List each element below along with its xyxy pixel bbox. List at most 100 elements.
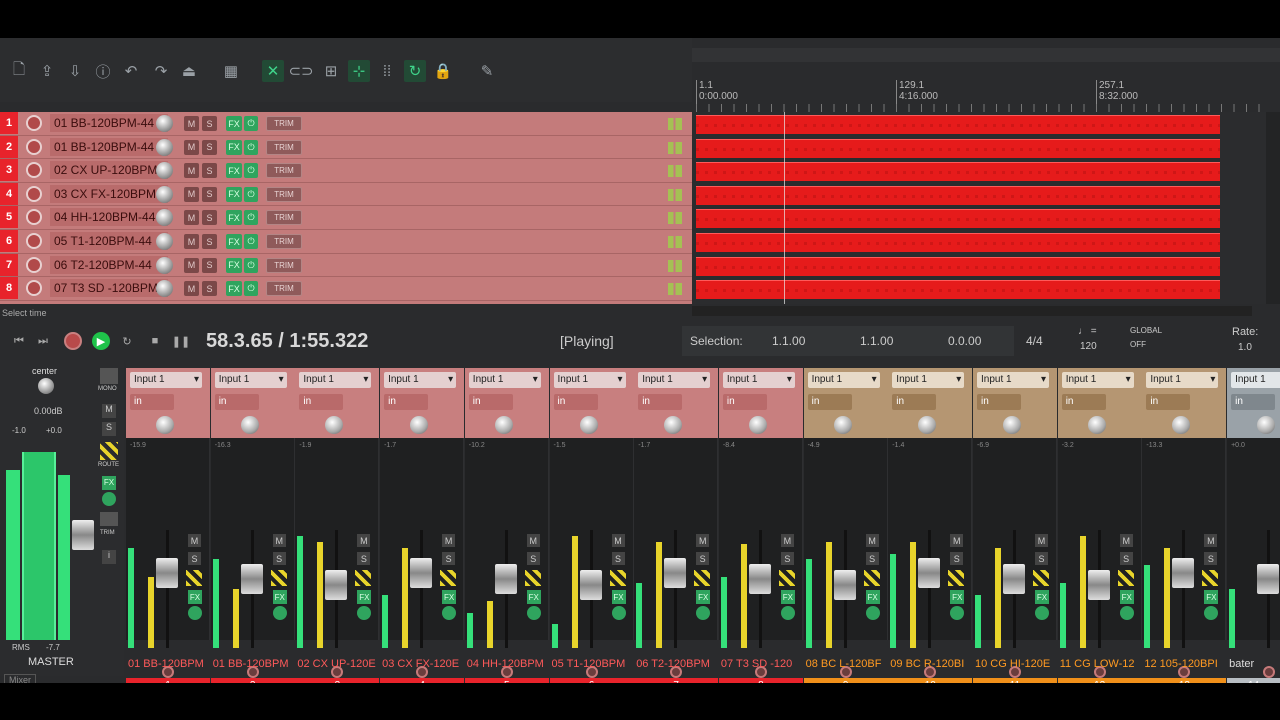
track-number[interactable]: 8 [0, 277, 18, 300]
volume-fader[interactable] [1257, 564, 1280, 594]
media-item[interactable] [696, 115, 1220, 134]
new-project-icon[interactable]: 🗋 [8, 60, 30, 82]
route-icon[interactable] [948, 570, 965, 586]
track-number[interactable]: 2 [0, 135, 18, 158]
strip-mute-button[interactable]: M [1204, 534, 1218, 547]
record-arm-button[interactable] [26, 185, 42, 202]
stop-button[interactable]: ■ [146, 332, 164, 350]
strip-fx-button[interactable]: FX [526, 590, 541, 604]
master-mono-button[interactable] [100, 368, 118, 384]
strip-mute-button[interactable]: M [780, 534, 794, 547]
record-arm-button[interactable] [26, 280, 42, 297]
solo-button[interactable]: S [202, 163, 217, 179]
strip-mute-button[interactable]: M [272, 534, 286, 547]
fx-button[interactable]: FX [226, 234, 242, 249]
strip-fx-power-icon[interactable] [780, 606, 795, 620]
mute-button[interactable]: M [184, 281, 199, 297]
solo-button[interactable]: S [202, 186, 217, 202]
route-icon[interactable] [186, 570, 202, 586]
strip-solo-button[interactable]: S [442, 552, 456, 565]
strip-number[interactable]: 1 [126, 678, 210, 683]
record-arm-button[interactable] [26, 115, 42, 131]
trim-button[interactable]: TRIM [266, 234, 302, 249]
bpm-value[interactable]: 120 [1080, 341, 1097, 352]
strip-mute-button[interactable]: M [950, 534, 964, 547]
strip-solo-button[interactable]: S [865, 552, 879, 565]
volume-fader[interactable] [833, 570, 856, 600]
record-arm-button[interactable] [26, 233, 42, 249]
strip-pan-knob[interactable] [240, 416, 259, 434]
solo-button[interactable]: S [202, 210, 217, 226]
strip-number[interactable]: 11 [973, 678, 1057, 683]
media-item[interactable] [696, 138, 1220, 158]
draw-icon[interactable]: ✎ [476, 60, 498, 82]
input-mode[interactable]: in [384, 394, 429, 410]
strip-solo-button[interactable]: S [950, 552, 964, 565]
input-select[interactable]: Input 1 [892, 372, 965, 388]
track-row[interactable]: 6 05 T1-120BPM-44 M S FX ⏻ TRIM [0, 230, 692, 254]
strip-name[interactable]: 01 BB-120BPM [128, 658, 212, 672]
loop-icon[interactable]: ↻ [404, 60, 426, 82]
input-mode[interactable]: in [892, 394, 937, 410]
fx-button[interactable]: FX [226, 186, 242, 202]
mute-button[interactable]: M [184, 210, 199, 226]
input-select[interactable]: Input 1 [468, 372, 541, 388]
track-row[interactable]: 8 07 T3 SD -120BPM M S FX ⏻ TRIM [0, 277, 692, 301]
strip-fx-button[interactable]: FX [696, 590, 711, 604]
strip-fx-power-icon[interactable] [1035, 606, 1049, 620]
strip-fx-power-icon[interactable] [611, 606, 626, 620]
strip-solo-button[interactable]: S [526, 552, 540, 565]
strip-solo-button[interactable]: S [272, 552, 286, 565]
strip-mute-button[interactable]: M [357, 534, 371, 547]
strip-solo-button[interactable]: S [611, 552, 625, 565]
strip-mute-button[interactable]: M [1035, 534, 1048, 547]
strip-fx-button[interactable]: FX [1204, 590, 1219, 604]
repeat-icon[interactable]: ↻ [118, 332, 136, 350]
volume-fader[interactable] [156, 558, 178, 588]
lock-icon[interactable]: 🔒 [432, 60, 454, 82]
track-name[interactable]: 06 T2-120BPM-44 [50, 255, 168, 274]
master-solo-button[interactable]: S [102, 422, 116, 436]
fx-power-icon[interactable]: ⏻ [244, 234, 258, 249]
master-fader[interactable] [72, 520, 94, 550]
link-icon[interactable]: ⊂⊃ [288, 60, 313, 82]
rate-value[interactable]: 1.0 [1238, 342, 1252, 353]
strip-name[interactable]: 01 BB-120BPM [213, 658, 297, 672]
input-mode[interactable]: in [1231, 394, 1276, 410]
redo-icon[interactable]: ↷ [150, 60, 172, 82]
input-select[interactable]: Input 1 [1146, 372, 1219, 388]
grid-lines-icon[interactable]: ⁞⁞ [376, 60, 398, 82]
snap-icon[interactable]: ⊹ [348, 60, 370, 82]
mute-button[interactable]: M [184, 116, 199, 131]
input-select[interactable]: Input 1 [553, 372, 626, 388]
strip-mute-button[interactable]: M [526, 534, 540, 547]
strip-name[interactable]: 03 CX FX-120E [382, 658, 466, 672]
track-number[interactable]: 1 [0, 112, 18, 134]
trim-button[interactable]: TRIM [266, 116, 302, 131]
fx-button[interactable]: FX [226, 116, 242, 131]
track-volume-knob[interactable] [156, 256, 173, 274]
strip-name[interactable]: 09 BC R-120BI [890, 658, 974, 672]
track-number[interactable]: 3 [0, 159, 18, 182]
strip-number[interactable]: 3 [295, 678, 380, 683]
fx-power-icon[interactable]: ⏻ [244, 210, 258, 226]
mute-button[interactable]: M [184, 163, 199, 179]
strip-name[interactable]: 06 T2-120BPM [636, 658, 720, 672]
track-volume-knob[interactable] [156, 115, 173, 132]
volume-fader[interactable] [579, 570, 602, 600]
master-info-icon[interactable]: i [102, 550, 116, 564]
strip-pan-knob[interactable] [325, 416, 344, 434]
strip-pan-knob[interactable] [1172, 416, 1191, 434]
strip-name[interactable]: 12 105-120BPI [1144, 658, 1228, 672]
fx-power-icon[interactable]: ⏻ [244, 186, 258, 202]
strip-fx-power-icon[interactable] [357, 606, 372, 620]
strip-fx-power-icon[interactable] [272, 606, 287, 620]
time-signature[interactable]: 4/4 [1026, 334, 1043, 348]
strip-solo-button[interactable]: S [357, 552, 371, 565]
input-select[interactable]: Input 1 [214, 372, 287, 388]
input-select[interactable]: Input 1 [299, 372, 372, 388]
strip-mute-button[interactable]: M [611, 534, 625, 547]
input-select[interactable]: Input 1 [384, 372, 457, 388]
strip-fx-power-icon[interactable] [865, 606, 880, 620]
trim-button[interactable]: TRIM [266, 139, 302, 155]
